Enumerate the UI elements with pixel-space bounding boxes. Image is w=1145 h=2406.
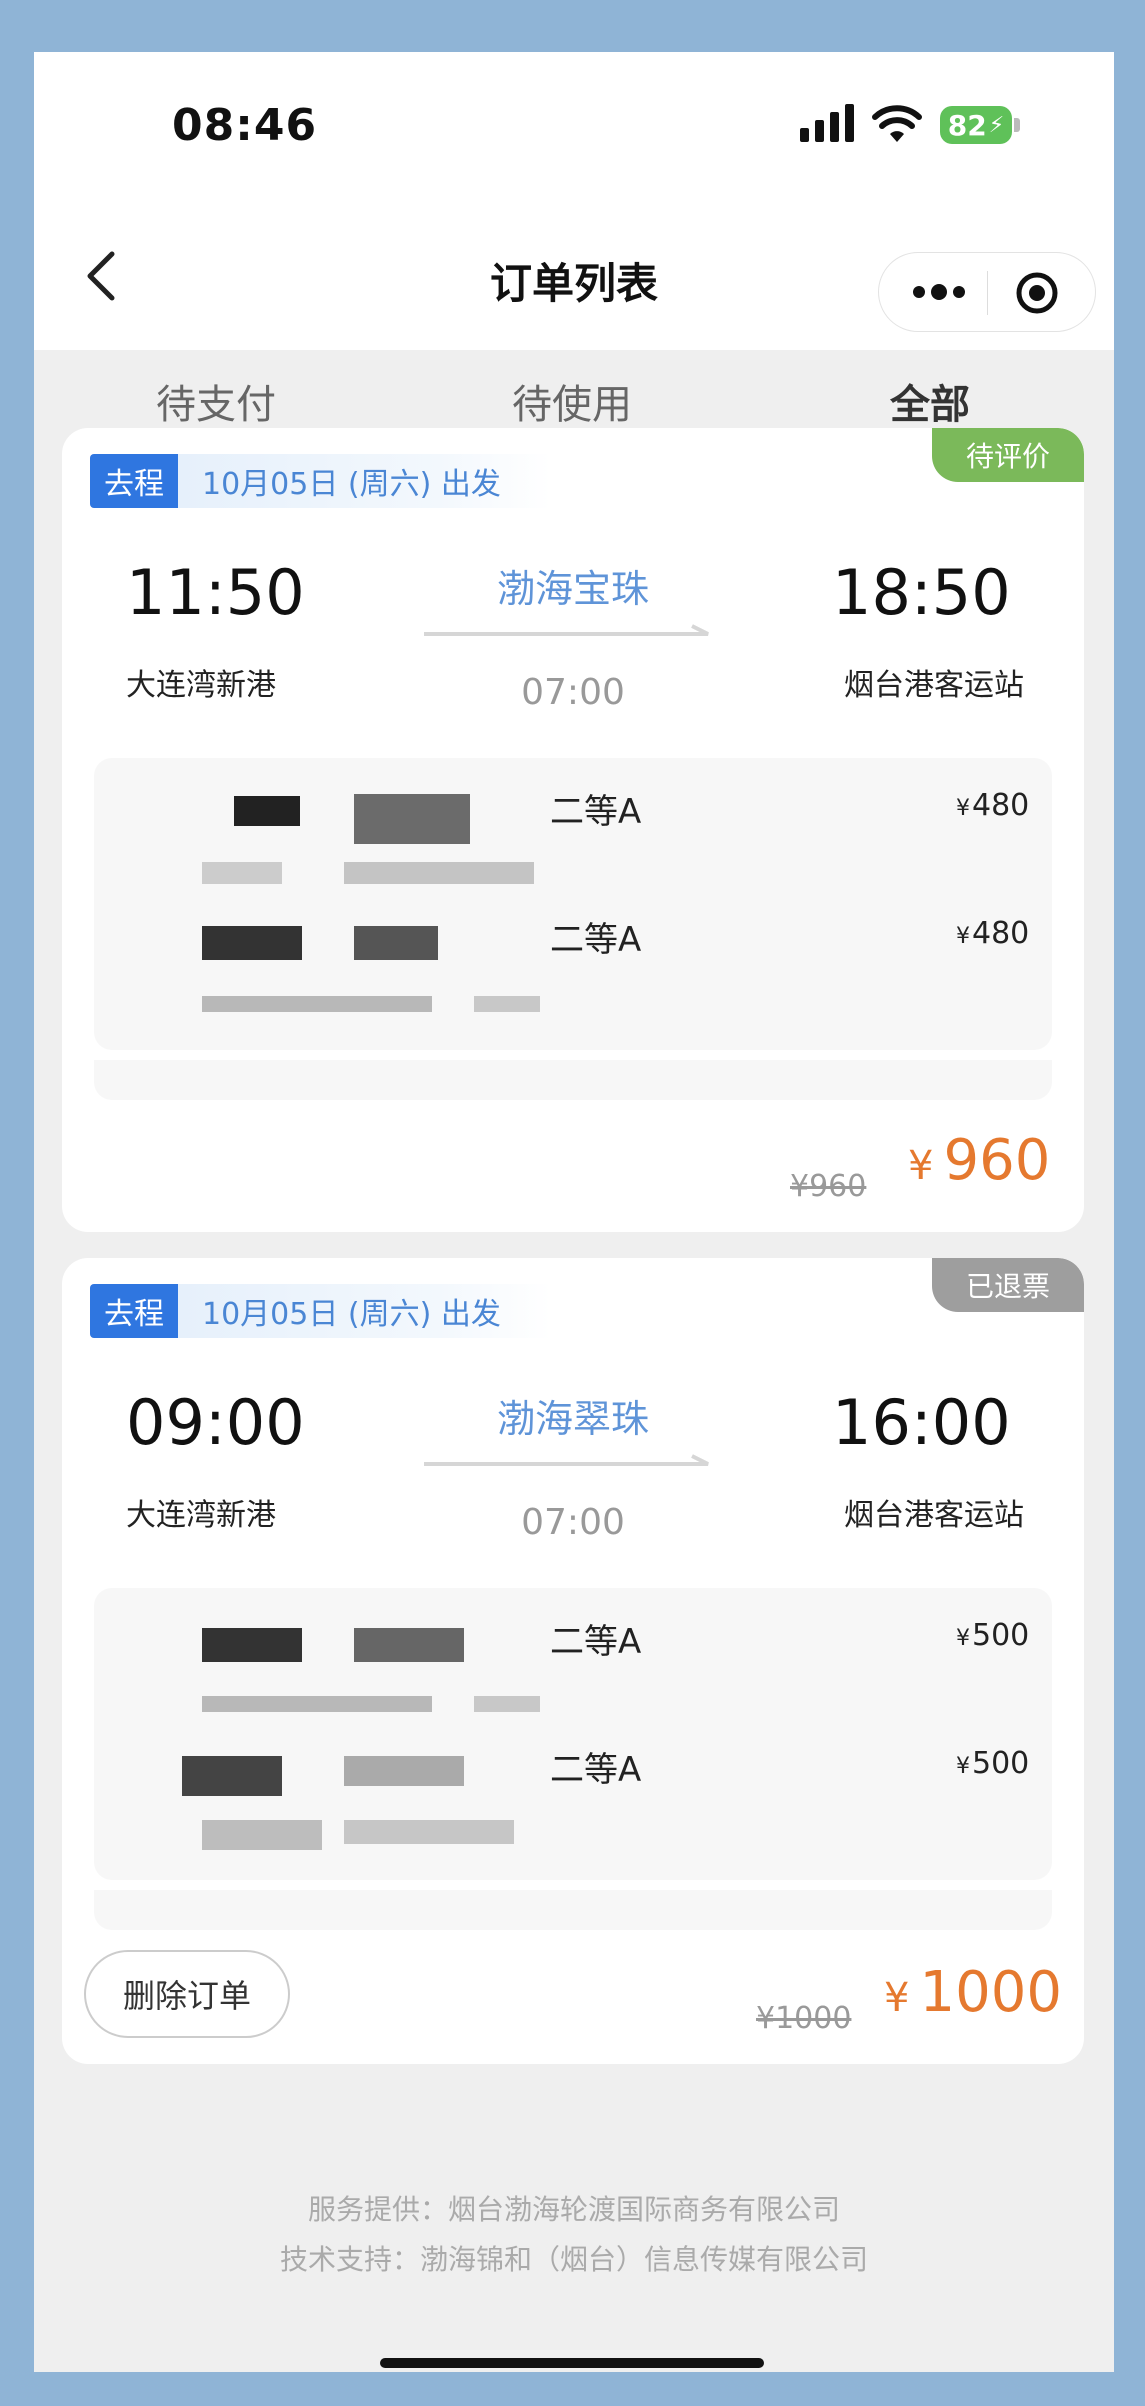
delete-order-button[interactable]: 删除订单 <box>84 1950 290 2038</box>
arrive-port: 烟台港客运站 <box>844 668 1024 703</box>
blurred-id <box>474 996 540 1012</box>
arrive-time: 18:50 <box>832 556 1011 629</box>
seat-class: 二等A <box>550 1750 642 1790</box>
order-card[interactable]: 待评价 去程 10月05日 (周六) 出发 11:50 渤海宝珠 18:50 大… <box>62 428 1084 1232</box>
nav-bar: 订单列表 <box>34 202 1114 350</box>
route-arrow-icon <box>424 1454 709 1466</box>
blurred-id <box>202 862 282 884</box>
trip-header: 去程 10月05日 (周六) 出发 <box>90 454 551 508</box>
order-card[interactable]: 已退票 去程 10月05日 (周六) 出发 09:00 渤海翠珠 16:00 大… <box>62 1258 1084 2064</box>
departure-date: 10月05日 (周六) 出发 <box>178 1284 551 1338</box>
passenger-list-footer <box>94 1890 1052 1930</box>
price-value: 480 <box>972 788 1030 823</box>
blurred-name <box>344 1756 464 1786</box>
departure-date: 10月05日 (周六) 出发 <box>178 454 551 508</box>
blurred-name <box>234 796 300 826</box>
blurred-name <box>182 1756 282 1796</box>
cellular-signal-icon <box>800 102 854 142</box>
battery-cap <box>1014 118 1020 132</box>
total-value: 1000 <box>919 1960 1062 2025</box>
price-value: 500 <box>972 1618 1030 1653</box>
original-price: ¥960 <box>790 1169 867 1204</box>
close-target-icon[interactable] <box>1015 271 1059 315</box>
currency-symbol: ¥ <box>956 1626 970 1651</box>
price-value: 500 <box>972 1746 1030 1781</box>
mini-program-capsule <box>878 252 1096 332</box>
blurred-id <box>344 1820 514 1844</box>
footer-service-provider: 服务提供：烟台渤海轮渡国际商务有限公司 <box>307 2193 840 2226</box>
footer-tech-support: 技术支持：渤海锦和（烟台）信息传媒有限公司 <box>279 2243 868 2276</box>
status-badge: 待评价 <box>932 428 1084 482</box>
home-indicator[interactable] <box>380 2358 764 2368</box>
trip-header: 去程 10月05日 (周六) 出发 <box>90 1284 551 1338</box>
status-time: 08:46 <box>172 100 318 151</box>
passenger-list-footer <box>94 1060 1052 1100</box>
passenger-list: 二等A ¥500 二等A ¥500 <box>94 1588 1052 1880</box>
charging-icon: ⚡ <box>988 112 1005 138</box>
blurred-name <box>354 1628 464 1662</box>
seat-class: 二等A <box>550 792 642 832</box>
currency-symbol: ¥ <box>956 924 970 949</box>
blurred-id <box>202 996 432 1012</box>
ticket-price: ¥500 <box>956 1746 1029 1781</box>
ticket-price: ¥480 <box>956 788 1029 823</box>
battery-level: 82 <box>947 108 987 142</box>
blurred-name <box>354 794 470 844</box>
original-price: ¥1000 <box>756 2001 852 2036</box>
status-badge: 已退票 <box>932 1258 1084 1312</box>
tab-pending-payment[interactable]: 待支付 <box>156 372 276 430</box>
passenger-list: 二等A ¥480 二等A ¥480 <box>94 758 1052 1050</box>
seat-class: 二等A <box>550 920 642 960</box>
blurred-name <box>202 1628 302 1662</box>
currency-symbol: ¥ <box>884 1975 910 2021</box>
battery-indicator: 82 ⚡ <box>940 106 1012 144</box>
capsule-divider <box>987 271 988 315</box>
wifi-icon <box>872 105 922 142</box>
blurred-name <box>202 926 302 960</box>
more-dots-icon[interactable] <box>909 279 969 305</box>
ticket-price: ¥480 <box>956 916 1029 951</box>
blurred-id <box>202 1696 432 1712</box>
blurred-name <box>354 926 438 960</box>
arrive-time: 16:00 <box>832 1386 1011 1459</box>
currency-symbol: ¥ <box>908 1143 934 1189</box>
direction-tag: 去程 <box>90 454 178 508</box>
ticket-price: ¥500 <box>956 1618 1029 1653</box>
route-arrow-icon <box>424 624 709 636</box>
price-value: 480 <box>972 916 1030 951</box>
blurred-id <box>474 1696 540 1712</box>
total-price: ¥960 <box>908 1128 1050 1193</box>
direction-tag: 去程 <box>90 1284 178 1338</box>
tab-all[interactable]: 全部 <box>890 372 970 430</box>
currency-symbol: ¥ <box>956 1754 970 1779</box>
blurred-id <box>344 862 534 884</box>
tab-pending-use[interactable]: 待使用 <box>512 372 632 430</box>
seat-class: 二等A <box>550 1622 642 1662</box>
arrive-port: 烟台港客运站 <box>844 1498 1024 1533</box>
currency-symbol: ¥ <box>956 796 970 821</box>
total-value: 960 <box>943 1128 1051 1193</box>
blurred-id <box>202 1820 322 1850</box>
phone-screen: 08:46 82 ⚡ 订单列表 待支付 待使用 全部 待评价 去程 10月05日… <box>34 52 1114 2372</box>
status-bar: 08:46 82 ⚡ <box>34 52 1114 202</box>
total-price: ¥1000 <box>884 1960 1062 2025</box>
